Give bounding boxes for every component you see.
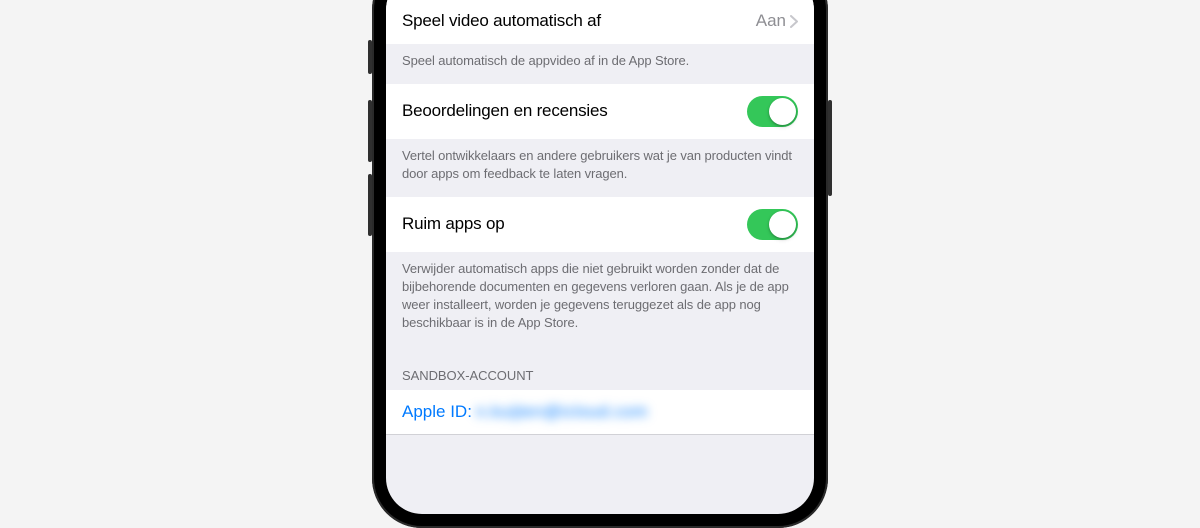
offload-apps-footer: Verwijder automatisch apps die niet gebr… bbox=[386, 252, 814, 346]
autoplay-video-value: Aan bbox=[756, 11, 790, 31]
reviews-footer: Vertel ontwikkelaars en andere gebruiker… bbox=[386, 139, 814, 197]
settings-list: Speel video automatisch af Aan Speel aut… bbox=[386, 0, 814, 457]
reviews-toggle[interactable] bbox=[747, 96, 798, 127]
mute-switch bbox=[368, 40, 372, 74]
chevron-right-icon bbox=[790, 15, 798, 28]
offload-apps-row[interactable]: Ruim apps op bbox=[386, 197, 814, 252]
volume-down-button bbox=[368, 174, 372, 236]
apple-id-label: Apple ID: bbox=[402, 402, 472, 422]
reviews-row[interactable]: Beoordelingen en recensies bbox=[386, 84, 814, 139]
apple-id-row[interactable]: Apple ID: n.kuijten@icloud.com bbox=[386, 390, 814, 434]
phone-frame: Speel video automatisch af Aan Speel aut… bbox=[372, 0, 828, 528]
apple-id-value: n.kuijten@icloud.com bbox=[476, 402, 648, 422]
reviews-label: Beoordelingen en recensies bbox=[402, 101, 608, 121]
autoplay-video-row[interactable]: Speel video automatisch af Aan bbox=[386, 0, 814, 44]
truncated-footer-bottom bbox=[386, 434, 814, 457]
side-button bbox=[828, 100, 832, 196]
offload-apps-label: Ruim apps op bbox=[402, 214, 505, 234]
autoplay-video-footer: Speel automatisch de appvideo af in de A… bbox=[386, 44, 814, 84]
sandbox-section-header: SANDBOX-ACCOUNT bbox=[386, 346, 814, 390]
offload-apps-toggle[interactable] bbox=[747, 209, 798, 240]
volume-up-button bbox=[368, 100, 372, 162]
autoplay-video-label: Speel video automatisch af bbox=[402, 11, 601, 31]
screen: Speel video automatisch af Aan Speel aut… bbox=[386, 0, 814, 514]
